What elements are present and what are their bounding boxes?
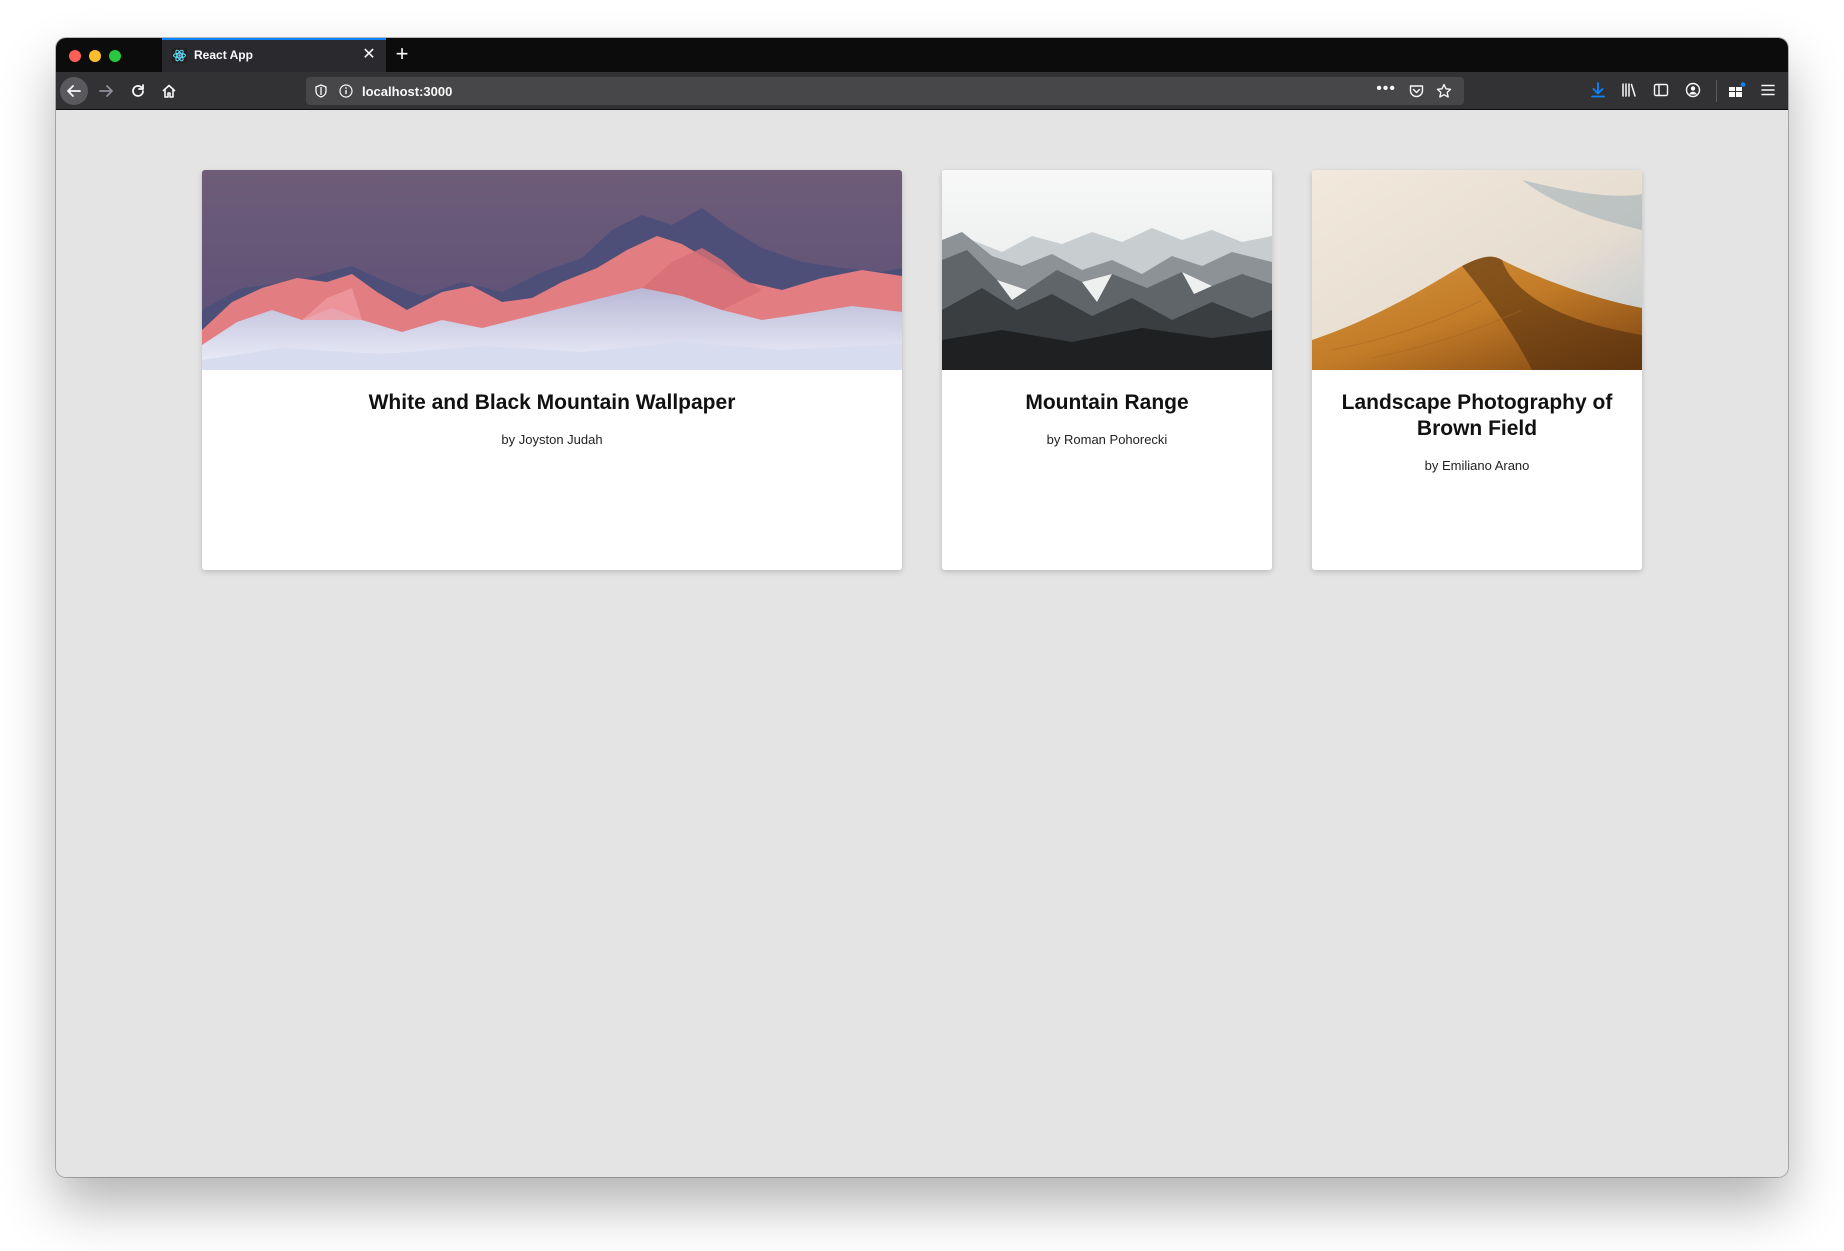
home-icon bbox=[162, 84, 176, 98]
download-icon[interactable] bbox=[1590, 82, 1606, 103]
forward-button[interactable] bbox=[92, 77, 120, 105]
star-icon[interactable] bbox=[1436, 83, 1452, 104]
tab-strip: React App ✕ + bbox=[56, 38, 1788, 72]
arrow-left-icon bbox=[67, 85, 81, 97]
pocket-icon[interactable] bbox=[1409, 84, 1424, 103]
shield-icon[interactable] bbox=[314, 84, 328, 103]
library-icon[interactable] bbox=[1621, 82, 1637, 103]
photo-card[interactable]: Landscape Photography of Brown Field by … bbox=[1312, 170, 1642, 570]
card-author: by Joyston Judah bbox=[501, 432, 603, 447]
url-text[interactable]: localhost:3000 bbox=[362, 84, 452, 99]
tab-title: React App bbox=[194, 48, 253, 62]
home-button[interactable] bbox=[155, 77, 183, 105]
back-button[interactable] bbox=[60, 77, 88, 105]
card-title: White and Black Mountain Wallpaper bbox=[368, 391, 736, 414]
tab-close-icon[interactable]: ✕ bbox=[360, 46, 378, 64]
arrow-right-icon bbox=[99, 85, 113, 97]
mountain-sunset-image bbox=[202, 170, 902, 370]
browser-window: React App ✕ + localhost:3000 ••• White a… bbox=[56, 38, 1788, 1177]
mountain-range-image bbox=[942, 170, 1272, 370]
site-info-icon[interactable] bbox=[339, 84, 353, 103]
card-author: by Emiliano Arano bbox=[1424, 458, 1530, 473]
react-icon bbox=[172, 48, 187, 63]
account-icon[interactable] bbox=[1685, 82, 1701, 103]
extensions-icon[interactable] bbox=[1728, 82, 1746, 103]
card-author: by Roman Pohorecki bbox=[1046, 432, 1168, 447]
photo-card[interactable]: Mountain Range by Roman Pohorecki bbox=[942, 170, 1272, 570]
hamburger-menu-icon[interactable] bbox=[1760, 82, 1776, 103]
new-tab-button[interactable]: + bbox=[390, 43, 414, 67]
navigation-toolbar: localhost:3000 ••• bbox=[56, 72, 1788, 110]
window-maximize-button[interactable] bbox=[109, 50, 121, 62]
window-minimize-button[interactable] bbox=[89, 50, 101, 62]
url-bar[interactable]: localhost:3000 ••• bbox=[306, 77, 1464, 105]
card-title: Landscape Photography of Brown Field bbox=[1341, 391, 1613, 440]
sand-dune-image bbox=[1312, 170, 1642, 370]
page-actions-icon[interactable]: ••• bbox=[1376, 80, 1396, 98]
toolbar-separator bbox=[1716, 80, 1717, 102]
reload-icon bbox=[132, 84, 144, 97]
window-close-button[interactable] bbox=[69, 50, 81, 62]
photo-card[interactable]: White and Black Mountain Wallpaper by Jo… bbox=[202, 170, 902, 570]
card-title: Mountain Range bbox=[1025, 391, 1189, 414]
browser-tab-active[interactable]: React App ✕ bbox=[162, 38, 386, 72]
reload-button[interactable] bbox=[124, 77, 152, 105]
sidebar-icon[interactable] bbox=[1653, 82, 1669, 103]
page-content: White and Black Mountain Wallpaper by Jo… bbox=[56, 110, 1788, 1177]
